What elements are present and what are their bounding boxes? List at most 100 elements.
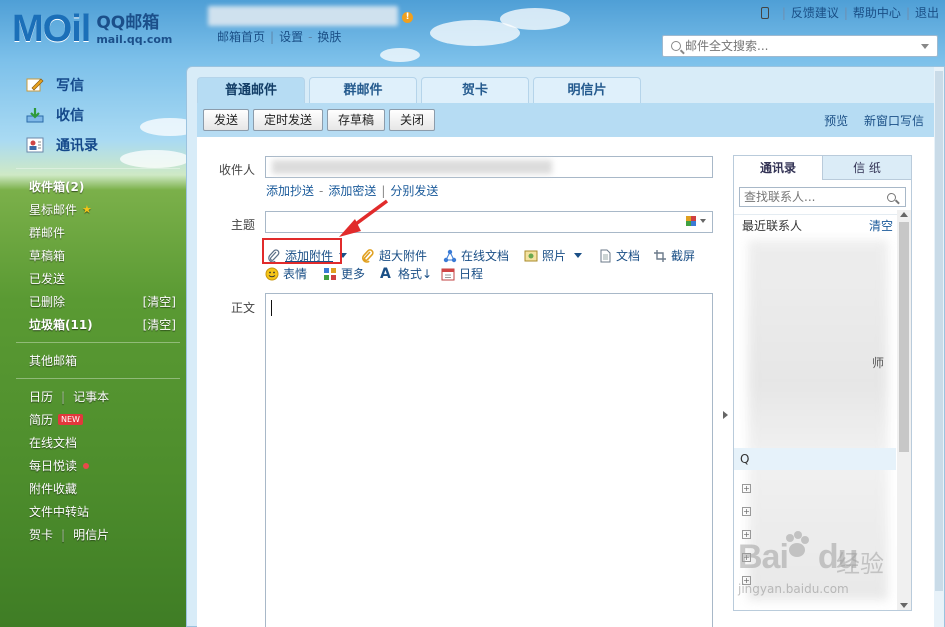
clear-recent-link[interactable]: 清空 [869,217,893,234]
preview-link[interactable]: 预览 [824,114,848,128]
sidebar-item-contacts[interactable]: 通讯录 [0,130,186,160]
photo-tool[interactable]: 照片 [524,247,583,264]
save-draft-button[interactable]: 存草稿 [327,109,386,131]
write-icon [26,78,44,92]
home-link[interactable]: 邮箱首页 [217,30,265,44]
screenshot-tool[interactable]: 截屏 [653,247,695,264]
sidebar-item-inbox-folder[interactable]: 收件箱(2) [0,175,186,198]
tab-stationery[interactable]: 信 纸 [823,156,911,180]
tab-greeting-card[interactable]: 贺卡 [421,77,529,103]
sidebar-item-resume[interactable]: 简历 NEW [0,408,186,431]
add-bcc-link[interactable]: 添加密送 [328,184,376,198]
format-tool[interactable]: A 格式↓ [380,265,432,282]
sidebar-item-deleted[interactable]: 已删除 [清空] [0,290,186,313]
sidebar-item-spam[interactable]: 垃圾箱(11) [清空] [0,313,186,336]
expand-icon[interactable]: + [742,507,751,516]
sky-cloud [500,8,570,30]
sidebar-item-postcard[interactable]: 明信片 [73,526,109,543]
chevron-down-icon [700,219,706,223]
sky-cloud [380,48,420,62]
sidebar-item-file-transfer[interactable]: 文件中转站 [0,500,186,523]
sidebar-item-starred[interactable]: 星标邮件 ★ [0,198,186,221]
qq-mail-logo[interactable]: MOil QQ邮箱 mail.qq.com [12,8,172,48]
contact-search-box[interactable] [739,187,906,207]
logout-link[interactable]: 退出 [915,4,939,21]
new-badge: NEW [58,414,83,425]
separate-send-link[interactable]: 分别发送 [390,184,438,198]
inbox-download-icon [26,108,44,123]
search-icon [887,192,896,202]
tab-postcard[interactable]: 明信片 [533,77,641,103]
photo-icon [524,250,538,261]
new-window-link[interactable]: 新窗口写信 [864,114,924,128]
sidebar-item-calendar[interactable]: 日历 | 记事本 [0,385,186,408]
feedback-link[interactable]: 反馈建议 [791,4,839,21]
document-tool[interactable]: 文档 [598,247,640,264]
sidebar-item-other-mailboxes[interactable]: 其他邮箱 [0,349,186,372]
sidebar-item-notes[interactable]: 记事本 [73,388,109,405]
sidebar-item-group-mail[interactable]: 群邮件 [0,221,186,244]
attachment-highlight-box [262,238,342,264]
scroll-thumb[interactable] [899,222,909,452]
sidebar-item-online-docs[interactable]: 在线文档 [0,431,186,454]
subject-label: 主题 [231,218,256,232]
more-tool[interactable]: 更多 [323,265,365,282]
contact-search-input[interactable] [744,190,887,204]
scroll-up-icon[interactable] [900,212,908,217]
color-grid-icon [686,216,696,226]
subject-field[interactable] [265,211,713,233]
star-icon: ★ [82,203,92,216]
tab-contacts[interactable]: 通讯录 [734,156,823,180]
sidebar-item-inbox[interactable]: 收信 [0,100,186,130]
sidebar-item-drafts[interactable]: 草稿箱 [0,244,186,267]
photo-dropdown-icon[interactable] [574,253,583,258]
mail-search-box[interactable] [662,35,938,57]
sidebar-item-sent[interactable]: 已发送 [0,267,186,290]
tab-group-mail[interactable]: 群邮件 [309,77,417,103]
logo-mark: MOil [12,8,91,50]
search-icon [671,41,681,51]
close-button[interactable]: 关闭 [389,109,436,131]
expand-icon[interactable]: + [742,484,751,493]
compose-toolbar: 发送 定时发送 存草稿 关闭 预览 新窗口写信 [197,103,934,137]
scroll-thumb[interactable] [935,71,943,591]
panel-collapse-icon[interactable] [723,411,728,419]
large-attachment-icon [362,248,374,263]
scheduled-send-button[interactable]: 定时发送 [253,109,324,131]
subject-style-picker[interactable] [686,216,706,226]
to-label: 收件人 [219,163,256,177]
sidebar-item-write[interactable]: 写信 [0,70,186,100]
screenshot-icon [654,249,666,262]
phone-icon[interactable] [760,6,769,19]
sidebar-item-greeting-card[interactable]: 贺卡 | 明信片 [0,523,186,546]
settings-link[interactable]: 设置 [279,30,303,44]
logo-domain: mail.qq.com [96,33,173,46]
empty-spam-link[interactable]: [清空] [143,316,176,333]
paw-logo-icon [786,531,809,557]
more-grid-icon [324,267,336,280]
recipient-blurred [272,160,552,174]
sidebar-item-daily-reading[interactable]: 每日悦读 [0,454,186,477]
warning-icon[interactable]: ! [402,12,413,23]
contact-fragment: 师 [872,356,885,370]
online-doc-tool[interactable]: 在线文档 [443,247,509,264]
logo-title: QQ邮箱 [96,13,160,33]
send-button[interactable]: 发送 [203,109,250,131]
watermark-url: jingyan.baidu.com [738,582,849,596]
emoji-tool[interactable]: 表情 [265,265,307,282]
tab-normal-mail[interactable]: 普通邮件 [197,77,305,103]
schedule-tool[interactable]: 日程 [441,265,483,282]
chevron-down-icon[interactable] [921,43,929,49]
body-editor[interactable] [265,293,713,627]
add-cc-link[interactable]: 添加抄送 [266,184,314,198]
help-link[interactable]: 帮助中心 [853,4,901,21]
large-attachment-tool[interactable]: 超大附件 [361,247,427,264]
to-field[interactable] [265,156,713,178]
contact-group-q[interactable]: Q [734,448,896,470]
skin-link[interactable]: 换肤 [317,30,341,44]
share-doc-icon [443,249,457,262]
text-caret [271,300,272,316]
mail-search-input[interactable] [685,39,921,53]
sidebar-item-attachment-favorites[interactable]: 附件收藏 [0,477,186,500]
empty-deleted-link[interactable]: [清空] [143,293,176,310]
